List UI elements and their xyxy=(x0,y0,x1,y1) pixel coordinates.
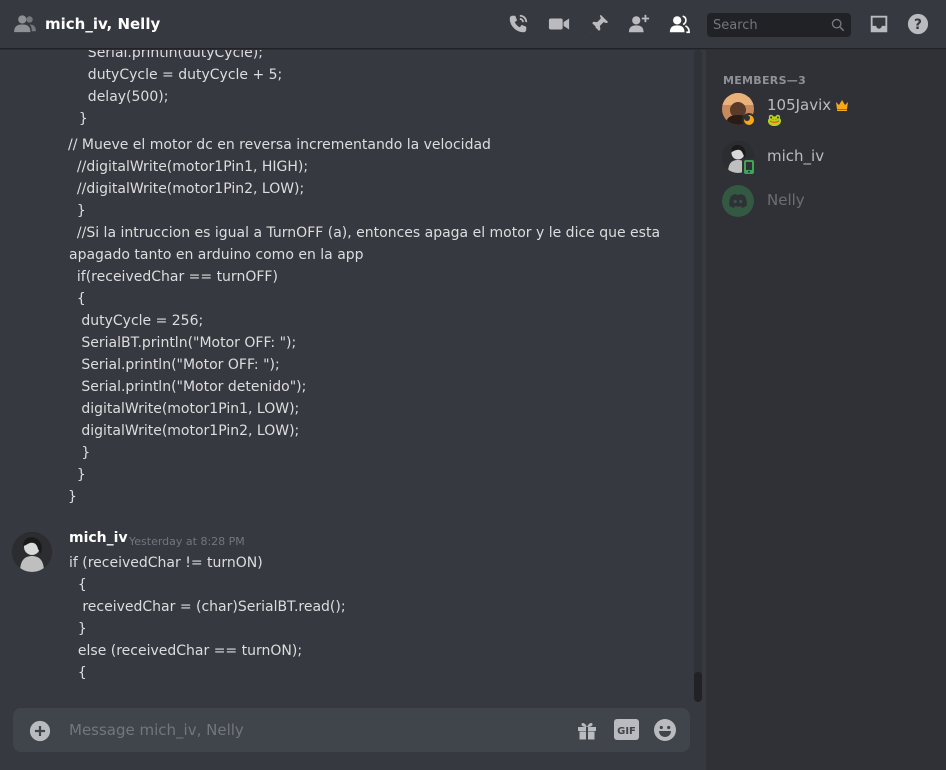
code-line: } xyxy=(68,467,86,483)
channel-header: mich_iv, Nelly ? xyxy=(0,0,946,49)
search-box[interactable] xyxy=(707,13,851,37)
discord-default-avatar-icon xyxy=(722,185,754,217)
emoji-picker-icon[interactable] xyxy=(653,718,677,742)
code-line: else (receivedChar == turnON); xyxy=(69,643,303,659)
gif-label: GIF xyxy=(617,726,636,737)
code-line: digitalWrite(motor1Pin1, LOW); xyxy=(68,401,300,417)
code-line: Serial.println(dutyCycle); xyxy=(70,50,263,61)
message-input[interactable] xyxy=(69,708,569,752)
code-line: { xyxy=(69,665,87,681)
members-sidebar: MEMBERS—3 105Javix 🐸 mich_iv Nelly xyxy=(706,50,946,770)
code-line: } xyxy=(70,111,88,127)
mobile-online-icon xyxy=(742,158,756,176)
message-author[interactable]: mich_iv xyxy=(69,530,128,546)
code-line: dutyCycle = 256; xyxy=(68,313,204,329)
gift-icon[interactable] xyxy=(575,718,599,742)
code-line: SerialBT.println("Motor OFF: "); xyxy=(68,335,297,351)
crown-icon xyxy=(836,100,848,111)
code-line: receivedChar = (char)SerialBT.read(); xyxy=(69,599,346,615)
start-voice-call-icon[interactable] xyxy=(507,13,529,35)
svg-text:?: ? xyxy=(914,17,922,33)
inbox-icon[interactable] xyxy=(868,13,890,35)
code-line: //digitalWrite(motor1Pin2, LOW); xyxy=(68,181,305,197)
member-list-icon[interactable] xyxy=(668,13,690,35)
code-line: // Mueve el motor dc en reversa incremen… xyxy=(68,137,491,153)
code-line: } xyxy=(68,445,91,461)
member-name: Nelly xyxy=(767,191,805,209)
member-item-mich-iv[interactable]: mich_iv xyxy=(714,138,938,180)
avatar[interactable] xyxy=(12,532,52,572)
idle-status-icon xyxy=(742,113,756,127)
messages-list: Serial.println(dutyCycle); dutyCycle = d… xyxy=(0,50,706,698)
scrollbar-thumb[interactable] xyxy=(694,672,702,702)
messages-scrollbar[interactable] xyxy=(694,50,702,702)
member-name: mich_iv xyxy=(767,147,825,165)
member-name: 105Javix xyxy=(767,96,832,114)
search-icon xyxy=(831,18,845,32)
add-friends-to-dm-icon[interactable] xyxy=(628,13,650,35)
search-input[interactable] xyxy=(707,13,825,37)
help-icon[interactable]: ? xyxy=(907,13,929,35)
upload-plus-icon[interactable] xyxy=(29,720,51,742)
gif-picker-button[interactable]: GIF xyxy=(614,719,639,740)
code-line: { xyxy=(69,577,87,593)
code-line: //digitalWrite(motor1Pin1, HIGH); xyxy=(68,159,309,175)
members-heading: MEMBERS—3 xyxy=(723,74,807,87)
pinned-messages-icon[interactable] xyxy=(588,13,610,35)
code-line: apagado tanto en arduino como en la app xyxy=(69,247,364,263)
code-line: } xyxy=(68,203,86,219)
members-dm-icon xyxy=(14,15,36,33)
code-line: digitalWrite(motor1Pin2, LOW); xyxy=(68,423,300,439)
code-line: delay(500); xyxy=(70,89,169,105)
member-item-105javix[interactable]: 105Javix 🐸 xyxy=(714,90,938,132)
code-line: if(receivedChar == turnOFF) xyxy=(68,269,278,285)
code-line: if (receivedChar != turnON) xyxy=(69,555,263,571)
code-line: Serial.println("Motor OFF: "); xyxy=(68,357,280,373)
code-line: Serial.println("Motor detenido"); xyxy=(68,379,307,395)
activity-emoji: 🐸 xyxy=(767,113,782,127)
code-line: } xyxy=(68,489,77,505)
code-line: } xyxy=(69,621,87,637)
code-line: dutyCycle = dutyCycle + 5; xyxy=(70,67,283,83)
start-video-call-icon[interactable] xyxy=(548,13,570,35)
message-composer: GIF xyxy=(13,708,690,752)
code-line: { xyxy=(68,291,86,307)
code-line: //Si la intruccion es igual a TurnOFF (a… xyxy=(68,225,661,241)
message-timestamp: Yesterday at 8:28 PM xyxy=(129,535,245,548)
member-item-nelly[interactable]: Nelly xyxy=(714,182,938,224)
page-title: mich_iv, Nelly xyxy=(45,15,161,33)
